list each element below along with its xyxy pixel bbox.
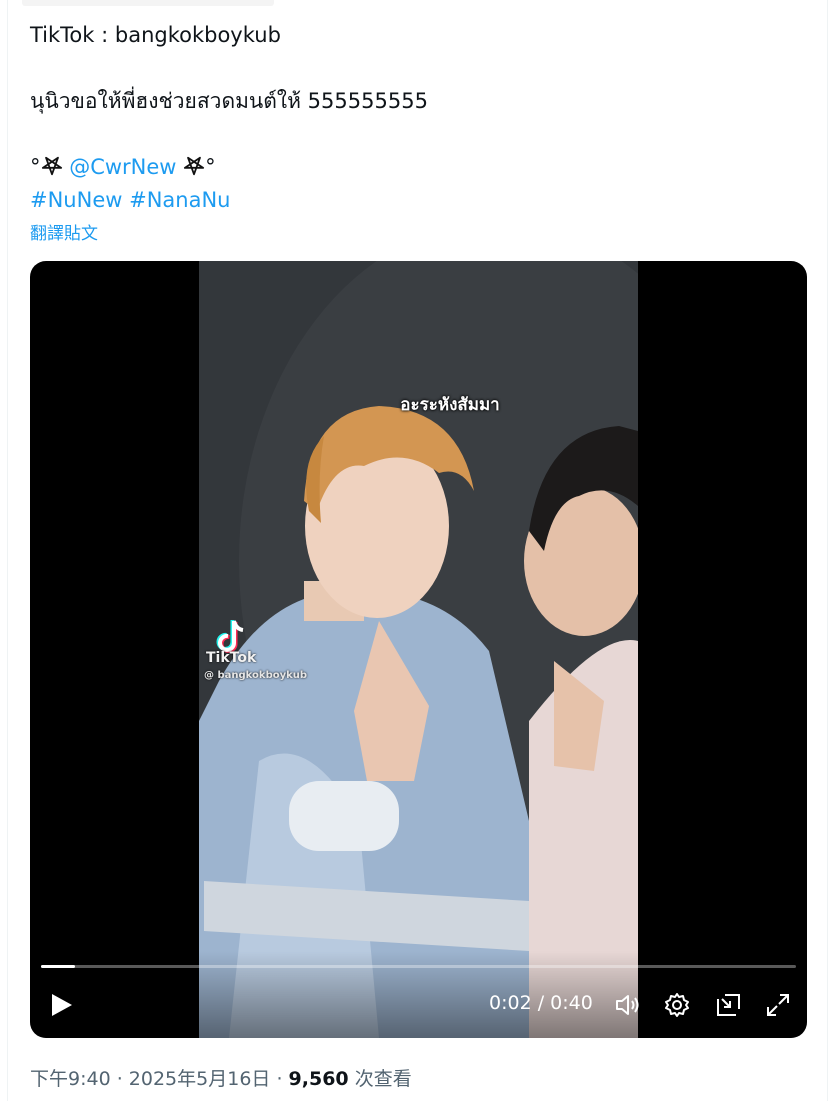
video-progress-fill (41, 965, 75, 968)
video-controls: 0:02 / 0:40 (30, 951, 807, 1038)
video-player[interactable]: อะระหังสัมมา TikTok @ bangkokboykub 0:02… (30, 261, 807, 1038)
translate-post-link[interactable]: 翻譯貼文 (30, 219, 98, 244)
duration: 0:40 (550, 992, 593, 1014)
pentagram-icon (41, 155, 63, 177)
tweet-line-source: TikTok : bangkokboykub (30, 23, 281, 47)
current-time: 0:02 (489, 992, 532, 1014)
tiktok-watermark-handle: @ bangkokboykub (204, 670, 308, 681)
tweet-timestamp-time[interactable]: 下午9:40 (30, 1068, 111, 1090)
fullscreen-icon[interactable] (763, 990, 793, 1020)
view-label: 次查看 (348, 1068, 412, 1090)
degree-mark-right: ° (205, 155, 216, 179)
video-time-display: 0:02 / 0:40 (489, 992, 593, 1014)
video-caption: อะระหังสัมมา (400, 395, 500, 415)
time-separator: / (531, 992, 551, 1014)
tweet-timestamp-date[interactable]: 2025年5月16日 (129, 1068, 271, 1090)
tweet-meta: 下午9:40 · 2025年5月16日 · 9,560 次查看 (30, 1064, 412, 1091)
meta-separator: · (110, 1068, 129, 1090)
tweet-line-mention: ° @CwrNew ° (30, 152, 216, 182)
video-scene (199, 261, 638, 1038)
tweet-line-hashtags: #NuNew #NanaNu (30, 185, 230, 215)
picture-in-picture-icon[interactable] (714, 990, 744, 1020)
tiktok-logo-icon (216, 620, 244, 653)
degree-mark-left: ° (30, 155, 41, 179)
video-frame[interactable] (199, 261, 638, 1038)
settings-icon[interactable] (662, 990, 692, 1020)
timeline-border-right (827, 0, 828, 1101)
previous-element-edge (22, 0, 274, 6)
view-count: 9,560 (288, 1068, 349, 1090)
tiktok-watermark-brand: TikTok (206, 650, 257, 666)
video-progress-bar[interactable] (41, 965, 796, 968)
mention-link[interactable]: @CwrNew (69, 155, 176, 179)
hashtag-link-nanaNu[interactable]: #NanaNu (129, 188, 230, 212)
timeline-border-left (7, 0, 8, 1101)
hashtag-link-nunew[interactable]: #NuNew (30, 188, 122, 212)
tweet-line-message: นุนิวขอให้พี่ฮงช่วยสวดมนต์ให้ 555555555 (30, 89, 428, 113)
meta-separator: · (270, 1068, 289, 1090)
play-icon[interactable] (44, 988, 78, 1022)
pentagram-icon (183, 155, 205, 177)
volume-icon[interactable] (613, 990, 643, 1020)
